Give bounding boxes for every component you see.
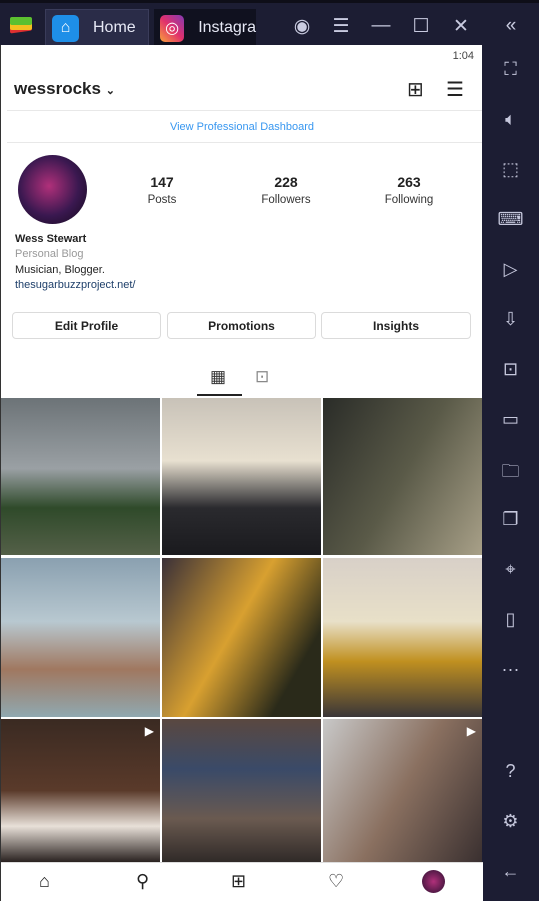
new-post-icon[interactable]: ⊞ xyxy=(231,871,246,892)
stat-label: Posts xyxy=(147,194,177,206)
bottom-nav: ⌂ ⚲ ⊞ ♡ xyxy=(1,862,483,901)
maximize-icon[interactable]: ☐ xyxy=(409,15,433,38)
location-icon[interactable]: ⌖ xyxy=(482,559,539,580)
divider xyxy=(7,142,482,143)
profile-avatar[interactable] xyxy=(422,870,445,893)
view-dashboard-link[interactable]: View Professional Dashboard xyxy=(1,121,483,133)
tab-label: Instagra xyxy=(198,19,256,36)
emulator-title-bar: ⌂ Home ◎ Instagra ◉ ☰ — ☐ ✕ « xyxy=(0,0,539,47)
username-switcher[interactable]: wessrocks ⌄ xyxy=(14,79,115,99)
grid-post[interactable] xyxy=(162,398,321,555)
search-icon[interactable]: ⚲ xyxy=(136,871,149,892)
volume-icon[interactable]: 🔈︎ xyxy=(482,109,539,130)
apk-icon[interactable]: ⇩ xyxy=(482,309,539,330)
insights-button[interactable]: Insights xyxy=(321,312,471,339)
settings-icon[interactable]: ⚙ xyxy=(482,811,539,832)
tagged-icon[interactable]: ⊡ xyxy=(255,367,269,387)
more-icon[interactable]: ··· xyxy=(482,659,539,680)
screenshot-icon[interactable]: ⊡ xyxy=(482,359,539,380)
grid-post[interactable] xyxy=(1,398,160,555)
new-post-icon[interactable]: ⊞ xyxy=(407,77,424,102)
grid-post-video[interactable]: ▶ xyxy=(1,719,160,862)
fullscreen-icon[interactable]: ⛶ xyxy=(482,59,539,80)
edit-profile-button[interactable]: Edit Profile xyxy=(12,312,161,339)
menu-icon[interactable]: ☰ xyxy=(446,77,464,102)
chevron-down-icon: ⌄ xyxy=(105,85,115,97)
keyboard-icon[interactable]: ⌨ xyxy=(482,209,539,230)
collapse-icon[interactable]: « xyxy=(499,15,523,37)
stat-label: Following xyxy=(384,194,434,206)
profile-name: Wess Stewart xyxy=(15,233,87,245)
tab-label: Home xyxy=(93,19,136,36)
home-icon[interactable]: ⌂ xyxy=(39,871,50,892)
video-icon: ▶ xyxy=(144,724,154,738)
heart-icon[interactable]: ♡ xyxy=(328,871,344,892)
stat-followers[interactable]: 228 Followers xyxy=(241,174,331,208)
folder-icon[interactable]: 🗀 xyxy=(482,459,539,489)
help-icon[interactable]: ? xyxy=(482,761,539,782)
stat-value: 228 xyxy=(274,174,298,190)
grid-post[interactable] xyxy=(323,558,482,717)
instagram-icon: ◎ xyxy=(160,14,185,42)
grid-post-video[interactable]: ▶ xyxy=(323,719,482,862)
back-icon[interactable]: ← xyxy=(482,861,539,882)
profile-bio: Musician, Blogger. xyxy=(15,264,105,276)
username: wessrocks xyxy=(14,79,101,98)
camera-icon[interactable]: ▭ xyxy=(482,409,539,430)
status-time: 1:04 xyxy=(452,50,474,62)
stat-label: Followers xyxy=(261,194,311,206)
grid-post[interactable] xyxy=(1,558,160,717)
stat-value: 263 xyxy=(397,174,421,190)
tab-instagram[interactable]: ◎ Instagra xyxy=(154,9,256,47)
profile-website[interactable]: thesugarbuzzproject.net/ xyxy=(15,279,135,291)
avatar[interactable] xyxy=(18,155,87,224)
multi-instance-icon[interactable]: ❐ xyxy=(482,509,539,530)
grid-post[interactable] xyxy=(323,398,482,555)
bluestacks-logo xyxy=(10,17,32,34)
grid-icon[interactable]: ▦ xyxy=(210,367,226,387)
home-icon: ⌂ xyxy=(52,14,79,42)
video-icon: ▶ xyxy=(466,724,476,738)
stat-following[interactable]: 263 Following xyxy=(364,174,454,208)
stat-value: 147 xyxy=(150,174,174,190)
profile-category: Personal Blog xyxy=(15,248,84,260)
menu-icon[interactable]: ☰ xyxy=(329,15,353,38)
tab-home[interactable]: ⌂ Home xyxy=(45,9,149,47)
active-tab-indicator xyxy=(197,394,242,396)
screen-record-icon[interactable]: ▷ xyxy=(482,259,539,280)
account-icon[interactable]: ◉ xyxy=(290,15,314,38)
divider xyxy=(7,110,482,111)
stat-posts[interactable]: 147 Posts xyxy=(117,174,207,208)
instagram-screen: 1:04 wessrocks ⌄ ⊞ ☰ View Professional D… xyxy=(0,45,483,901)
minimize-icon[interactable]: — xyxy=(369,15,393,37)
grid-post[interactable] xyxy=(162,719,321,862)
promotions-button[interactable]: Promotions xyxy=(167,312,316,339)
close-icon[interactable]: ✕ xyxy=(449,15,473,38)
grid-post[interactable] xyxy=(162,558,321,717)
emulator-sidebar: ⛶ 🔈︎ ⬚ ⌨ ▷ ⇩ ⊡ ▭ 🗀 ❐ ⌖ ▯ ··· ? ⚙ ← xyxy=(482,45,539,901)
shake-icon[interactable]: ▯ xyxy=(482,609,539,630)
select-icon[interactable]: ⬚ xyxy=(482,159,539,180)
